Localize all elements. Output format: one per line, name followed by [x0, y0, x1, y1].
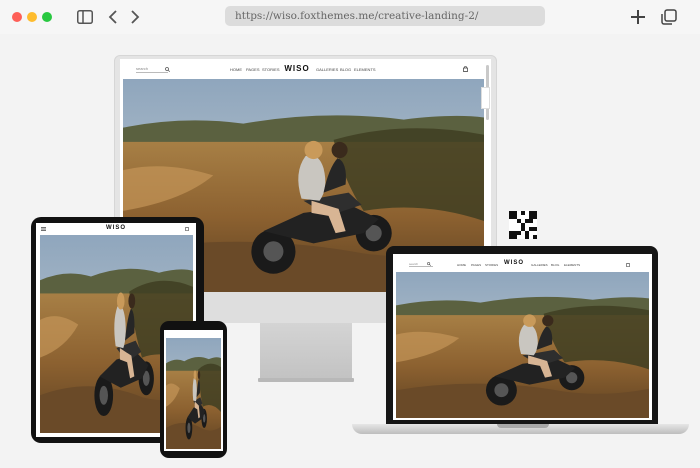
search-icon[interactable]	[427, 262, 431, 266]
qr-code	[509, 211, 537, 239]
nav-elements[interactable]: ELEMENTS	[354, 67, 376, 72]
cart-icon[interactable]	[463, 66, 468, 72]
laptop-hero-image	[396, 272, 649, 418]
chevron-left-icon[interactable]	[106, 8, 120, 26]
laptop-nav-home[interactable]: HOME	[457, 263, 466, 267]
laptop-nav-elements[interactable]: ELEMENTS	[564, 263, 580, 267]
laptop-nav-blog[interactable]: BLOG	[551, 263, 559, 267]
tablet-site-header: WISO	[36, 223, 196, 235]
tablet-site-logo[interactable]: WISO	[100, 225, 132, 231]
site-header: search HOME PAGES STORIES WISO GALLERIES…	[120, 59, 491, 79]
laptop-nav-pages[interactable]: PAGES	[471, 263, 481, 267]
laptop-notch	[497, 424, 549, 428]
plus-icon[interactable]	[630, 8, 646, 26]
laptop-nav-stories[interactable]: STORIES	[485, 263, 498, 267]
minimize-window-button[interactable]	[27, 12, 37, 22]
nav-stories[interactable]: STORIES	[262, 67, 280, 72]
nav-home[interactable]: HOME	[230, 67, 242, 72]
search-label[interactable]: search	[136, 66, 148, 71]
site-logo[interactable]: WISO	[283, 64, 311, 73]
laptop-site-header: search HOME PAGES STORIES WISO GALLERIES…	[393, 254, 652, 272]
maximize-window-button[interactable]	[42, 12, 52, 22]
phone-screen	[164, 330, 223, 451]
menu-icon[interactable]	[41, 227, 46, 231]
close-window-button[interactable]	[12, 12, 22, 22]
phone-hero-image	[166, 338, 221, 449]
side-tool-button[interactable]	[481, 87, 490, 109]
laptop-screen: search HOME PAGES STORIES WISO GALLERIES…	[393, 254, 652, 420]
sidebar-icon[interactable]	[76, 8, 94, 26]
cart-icon[interactable]	[185, 226, 189, 231]
address-bar[interactable]: https://wiso.foxthemes.me/creative-landi…	[225, 6, 545, 26]
browser-toolbar: https://wiso.foxthemes.me/creative-landi…	[0, 0, 700, 34]
imac-stand	[260, 323, 352, 380]
search-icon[interactable]	[165, 67, 170, 72]
chevron-right-icon[interactable]	[128, 8, 142, 26]
nav-galleries[interactable]: GALLERIES	[316, 67, 338, 72]
nav-pages[interactable]: PAGES	[246, 67, 260, 72]
imac-foot	[258, 378, 354, 382]
cart-icon[interactable]	[626, 262, 630, 267]
nav-blog[interactable]: BLOG	[340, 67, 351, 72]
tabs-icon[interactable]	[660, 8, 678, 26]
laptop-site-logo[interactable]: WISO	[503, 260, 525, 266]
laptop-nav-galleries[interactable]: GALLERIES	[531, 263, 548, 267]
